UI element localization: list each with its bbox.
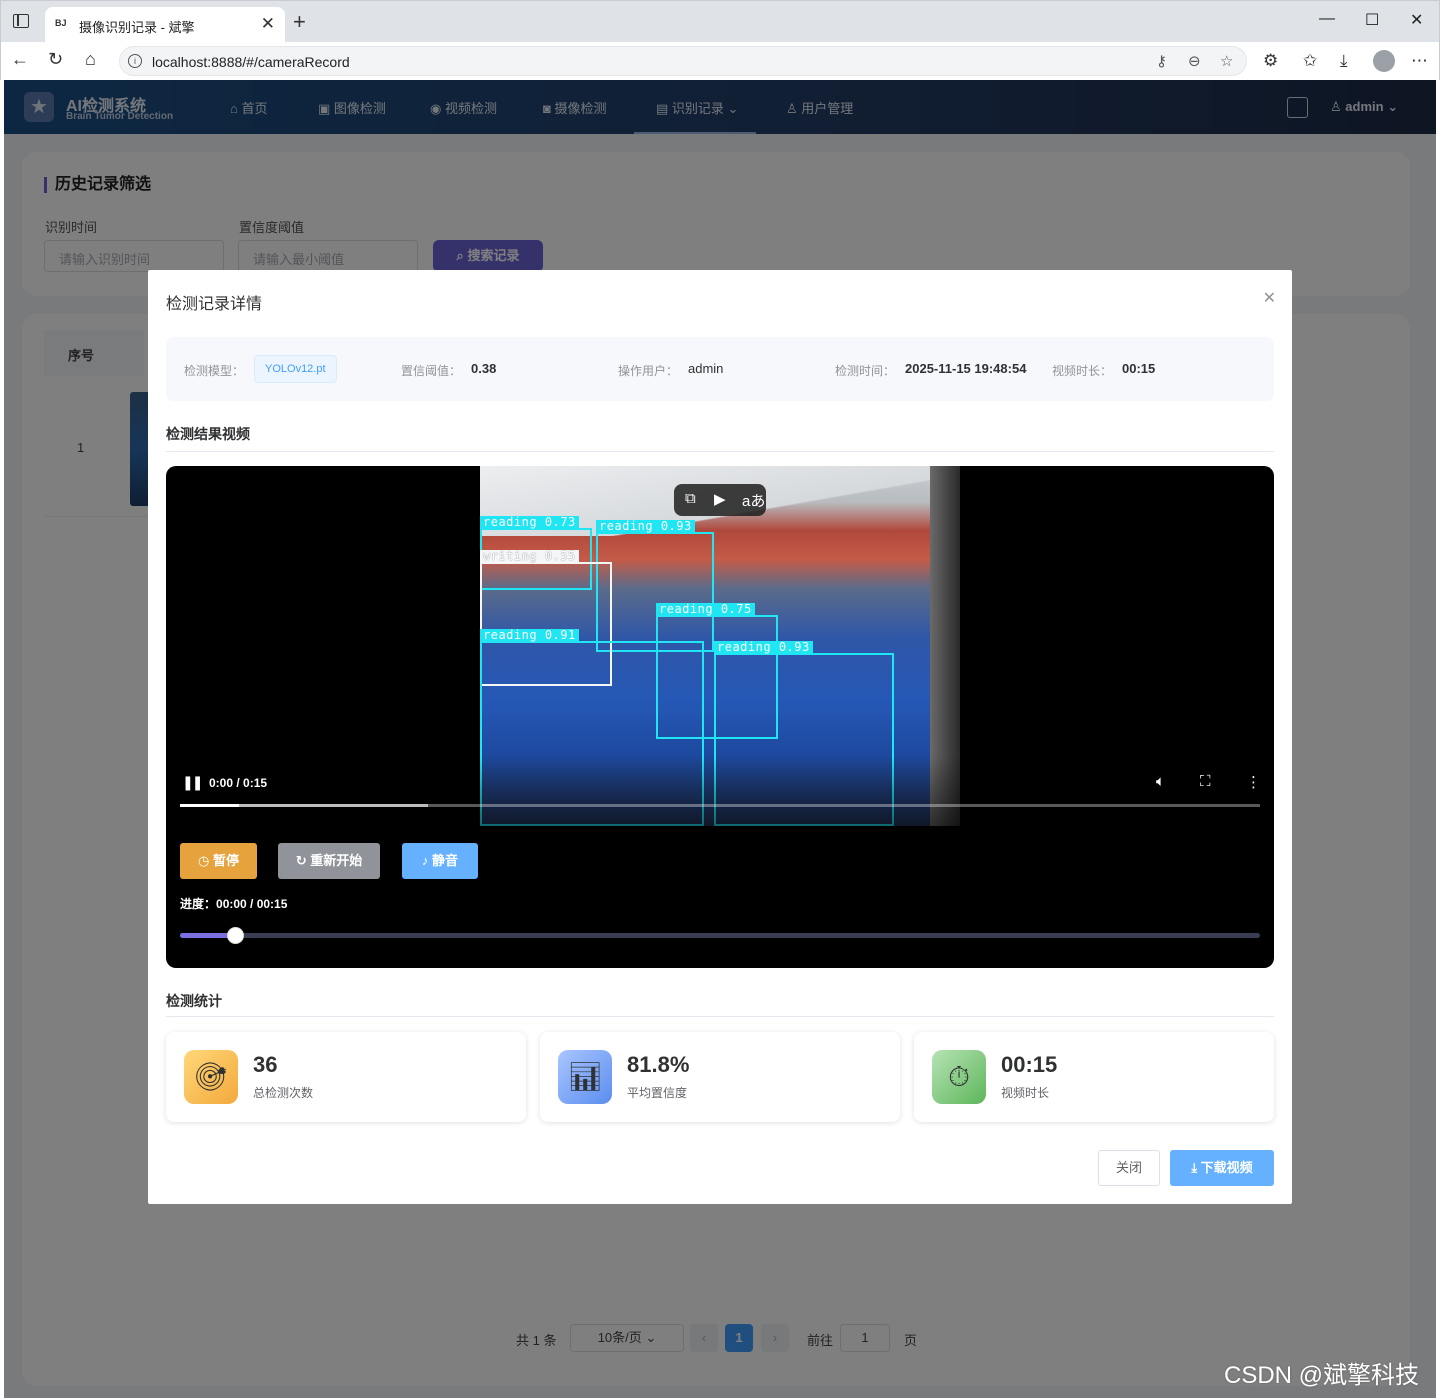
- maximize-icon[interactable]: ☐: [1365, 10, 1379, 30]
- user-value: admin: [688, 361, 724, 376]
- address-bar-row: ← ↻ ⌂ i localhost:8888/#/cameraRecord ⚷ …: [0, 42, 1440, 80]
- pause-circle-icon: ◷: [198, 853, 213, 868]
- new-tab-icon[interactable]: +: [293, 9, 306, 35]
- stat-card-total: 🎯︎ 36 总检测次数: [166, 1032, 526, 1122]
- video-section-title: 检测结果视频: [166, 426, 250, 442]
- microphone-icon: ♪: [421, 853, 433, 868]
- favorite-star-icon[interactable]: ☆: [1220, 52, 1233, 70]
- time-value: 2025-11-15 19:48:54: [905, 361, 1027, 376]
- pause-button[interactable]: ◷ 暂停: [180, 843, 257, 879]
- stopwatch-icon: ⏱︎: [932, 1050, 986, 1104]
- time-label: 检测时间：: [835, 364, 896, 378]
- tab-title: 摄像识别记录 - 斌擎: [79, 20, 195, 35]
- threshold-value: 0.38: [471, 361, 497, 376]
- video-played: [180, 804, 240, 807]
- duration-value: 00:15: [1122, 361, 1156, 376]
- home-icon[interactable]: ⌂: [85, 49, 96, 70]
- model-label: 检测模型：: [184, 364, 245, 378]
- close-icon[interactable]: ✕: [1263, 288, 1276, 308]
- close-button[interactable]: 关闭: [1098, 1150, 1160, 1186]
- tab-favicon: BJ: [55, 18, 67, 28]
- sidebar-toggle-icon[interactable]: [13, 14, 29, 28]
- stat-label: 总检测次数: [253, 1086, 314, 1100]
- favorites-icon[interactable]: ✩: [1303, 51, 1317, 71]
- stats-section-title: 检测统计: [166, 993, 222, 1009]
- bar-chart-icon: 📊︎: [558, 1050, 612, 1104]
- close-icon[interactable]: ✕: [261, 14, 275, 34]
- more-menu-icon[interactable]: ⋯: [1411, 51, 1428, 71]
- browser-tab-bar: BJ 摄像识别记录 - 斌擎 ✕ + — ☐ ✕: [0, 0, 1440, 43]
- section-divider: [166, 1016, 1274, 1017]
- zoom-icon[interactable]: ⊖: [1188, 52, 1201, 70]
- video-seek-bar[interactable]: [180, 804, 1260, 807]
- minimize-icon[interactable]: —: [1319, 10, 1335, 28]
- stat-label: 平均置信度: [627, 1086, 688, 1100]
- picture-in-picture-icon[interactable]: ⧉: [685, 490, 696, 507]
- threshold-label: 置信阈值：: [401, 364, 462, 378]
- stat-card-confidence: 📊︎ 81.8% 平均置信度: [540, 1032, 900, 1122]
- progress-slider[interactable]: [180, 927, 1260, 944]
- reload-icon[interactable]: ↻: [48, 49, 63, 70]
- dialog-title: 检测记录详情: [166, 296, 263, 313]
- browser-tab[interactable]: BJ 摄像识别记录 - 斌擎 ✕: [45, 7, 285, 43]
- progress-text: 进度：00:00 / 00:15: [180, 897, 288, 911]
- stat-card-duration: ⏱︎ 00:15 视频时长: [914, 1032, 1274, 1122]
- refresh-icon: ↻: [295, 853, 311, 868]
- stat-value: 36: [253, 1052, 278, 1077]
- video-controls-shade: [166, 756, 1274, 826]
- result-video-panel: reading 0.73 reading 0.93 writing 0.55 r…: [166, 466, 1274, 968]
- video-overlay-toolbar: ⧉ ▶ aあ: [674, 484, 766, 516]
- restart-button[interactable]: ↻ 重新开始: [278, 843, 380, 879]
- stat-value: 81.8%: [627, 1052, 690, 1077]
- key-icon[interactable]: ⚷: [1156, 52, 1167, 70]
- duration-label: 视频时长：: [1052, 364, 1113, 378]
- video-enhance-icon[interactable]: ▶: [714, 490, 726, 508]
- volume-icon[interactable]: 🔈︎: [1156, 773, 1165, 790]
- model-tag: YOLOv12.pt: [254, 355, 337, 383]
- record-info-bar: 检测模型： YOLOv12.pt 置信阈值： 0.38 操作用户： admin …: [166, 337, 1274, 401]
- translate-icon[interactable]: aあ: [742, 490, 765, 511]
- extensions-icon[interactable]: ⚙: [1263, 51, 1278, 71]
- progress-slider-handle[interactable]: [227, 927, 245, 944]
- back-icon[interactable]: ←: [11, 49, 29, 70]
- pause-icon[interactable]: ❚❚: [182, 774, 204, 791]
- fullscreen-icon[interactable]: ⛶: [1200, 773, 1211, 790]
- download-icon[interactable]: ⤓: [1340, 51, 1348, 71]
- site-info-icon[interactable]: i: [128, 54, 142, 68]
- stat-label: 视频时长: [1001, 1086, 1050, 1100]
- mute-button[interactable]: ♪ 静音: [402, 843, 478, 879]
- url-field[interactable]: i localhost:8888/#/cameraRecord ⚷ ⊖ ☆: [119, 46, 1247, 76]
- target-icon: 🎯︎: [184, 1050, 238, 1104]
- download-icon: ⤓: [1191, 1160, 1201, 1175]
- more-options-icon[interactable]: ⋮: [1246, 773, 1261, 791]
- section-divider: [166, 451, 1274, 452]
- video-time: 0:00 / 0:15: [209, 776, 268, 790]
- download-video-button[interactable]: ⤓ 下载视频: [1170, 1150, 1274, 1186]
- stat-value: 00:15: [1001, 1052, 1058, 1077]
- user-label: 操作用户：: [618, 364, 679, 378]
- profile-avatar[interactable]: [1373, 50, 1395, 72]
- url-text[interactable]: localhost:8888/#/cameraRecord: [152, 54, 350, 70]
- record-detail-dialog: 检测记录详情 ✕ 检测模型： YOLOv12.pt 置信阈值： 0.38 操作用…: [148, 270, 1292, 1204]
- window-close-icon[interactable]: ✕: [1410, 10, 1423, 30]
- watermark: CSDN @斌擎科技: [1224, 1362, 1420, 1389]
